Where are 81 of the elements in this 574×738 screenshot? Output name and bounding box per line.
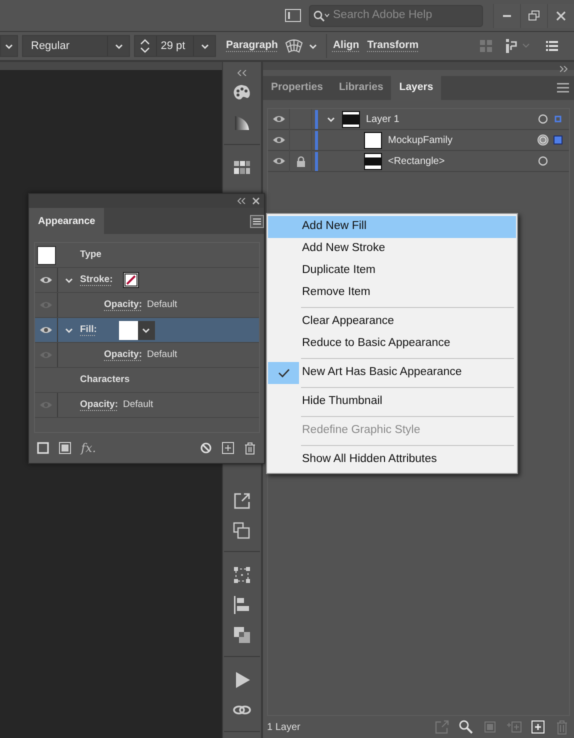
attribute-link[interactable]: Fill: [80,322,97,338]
menu-item[interactable]: Add New Fill [268,216,516,238]
swatch-dropdown[interactable] [138,320,155,340]
panel-tab[interactable]: Properties [263,76,331,100]
attribute-link[interactable]: Opacity: [80,398,118,412]
menu-item[interactable]: Remove Item [268,282,516,304]
visibility-icon[interactable] [272,134,286,146]
menu-item[interactable]: Add New Stroke [268,238,516,260]
stroke-swatch-icon[interactable] [122,272,139,288]
lock-icon [296,156,306,166]
menu-item[interactable]: Duplicate Item [268,260,516,282]
panel-tab[interactable]: Libraries [330,76,392,100]
clear-icon[interactable] [200,442,212,454]
warp-icon[interactable] [284,38,304,54]
font-family-dropdown[interactable] [0,35,18,57]
align-icon[interactable] [506,39,532,53]
fill-swatch[interactable] [118,320,138,340]
attribute-link[interactable]: Opacity: [104,348,142,362]
selection-square-icon[interactable] [553,135,563,145]
search-field[interactable]: Search Adobe Help [333,6,473,24]
menu-item[interactable]: Clear Appearance [268,311,516,333]
close-icon[interactable] [252,197,260,205]
visibility-icon[interactable] [39,324,53,336]
export-icon[interactable] [232,490,252,511]
layer-name[interactable]: Layer 1 [366,112,537,126]
attribute-value: Default [147,348,178,362]
layer-name[interactable]: <Rectangle> [388,154,537,168]
menu-item[interactable]: New Art Has Basic Appearance [268,362,516,384]
panel-link[interactable]: Paragraph [224,38,280,54]
layer-count: 1 Layer [267,720,302,734]
collapse-icon[interactable] [237,198,246,204]
align-left-icon[interactable] [232,595,252,616]
artboards-icon[interactable] [232,520,252,541]
pathfinder-icon[interactable] [232,625,252,646]
fill-square-icon[interactable] [59,442,71,454]
panel-link[interactable]: Align [330,38,362,54]
layer-thumbnail [364,132,382,148]
menu-item[interactable]: Hide Thumbnail [268,391,516,413]
list-icon[interactable] [546,41,558,51]
visibility-icon[interactable] [39,274,53,286]
transform-icon[interactable] [232,565,252,586]
panel-tab[interactable]: Layers [391,76,442,100]
font-size-field[interactable]: 29 pt [134,35,216,57]
panel-menu-icon[interactable] [250,214,264,228]
attribute-link[interactable]: Opacity: [104,298,142,312]
attribute-link[interactable]: Stroke: [80,272,113,288]
search-icon [313,10,331,22]
layer-thumbnail [342,110,360,128]
collapse-icon[interactable] [237,70,247,76]
attribute-value: Default [123,398,154,412]
appearance-label: Type [80,248,102,262]
target-icon[interactable] [537,155,549,167]
attribute-value: Default [147,298,178,312]
stroke-square-icon[interactable] [37,442,49,454]
add-icon[interactable] [222,442,234,454]
search-box[interactable]: Search Adobe Help [309,4,483,26]
panel-menu-icon[interactable] [557,83,569,93]
layer-name[interactable]: MockupFamily [388,132,537,148]
appearance-row[interactable]: Stroke: [35,268,259,293]
appearance-label: Characters [80,372,130,387]
thumbnail-swatch [37,246,56,264]
appearance-row[interactable]: Fill: [35,318,259,343]
effects-button[interactable]: fx. [81,439,96,457]
menu-item[interactable]: Reduce to Basic Appearance [268,333,516,355]
panel-tab[interactable]: Appearance [29,208,104,234]
menu-item[interactable]: Show All Hidden Attributes [268,449,516,471]
panel-link[interactable]: Transform [365,38,421,54]
workspace-icon[interactable] [285,9,301,22]
target-icon[interactable] [537,134,549,146]
new-layer-icon[interactable] [530,719,546,735]
expand-icon[interactable] [560,66,568,72]
layer-thumbnail [364,152,382,170]
close-icon [555,10,567,22]
restore-icon [528,10,540,22]
stepper-icon [140,38,150,54]
visibility-icon[interactable] [272,113,286,125]
trash-icon[interactable] [244,442,256,454]
visibility-icon[interactable] [272,155,286,167]
target-icon[interactable] [537,113,549,125]
font-style-dropdown[interactable]: Regular [22,35,130,57]
search-icon[interactable] [458,719,474,735]
